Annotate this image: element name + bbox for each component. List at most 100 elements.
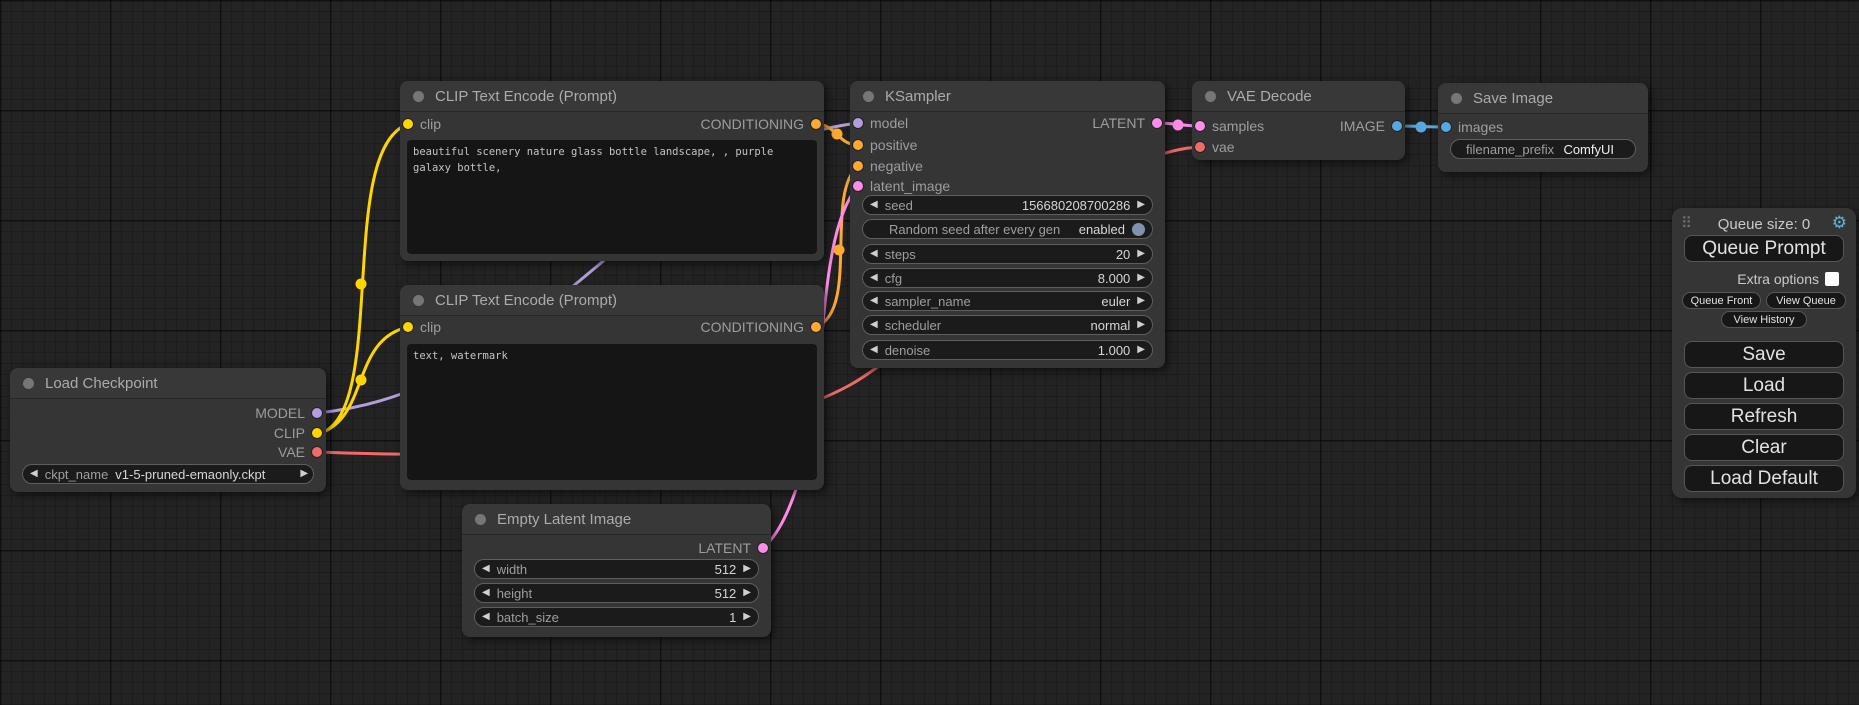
image-port-icon[interactable]	[1441, 122, 1451, 132]
increment-arrow-icon[interactable]: ▶	[1137, 273, 1145, 283]
random-seed-toggle-widget[interactable]: Random seed after every gen enabled	[862, 219, 1153, 239]
decrement-arrow-icon[interactable]: ◀	[870, 249, 878, 259]
conditioning-port-icon[interactable]	[853, 161, 863, 171]
latent-port-icon[interactable]	[1195, 121, 1205, 131]
clip-input-slot[interactable]: clip	[403, 317, 441, 337]
view-queue-button[interactable]: View Queue	[1766, 292, 1846, 309]
latent-port-icon[interactable]	[758, 543, 768, 553]
increment-arrow-icon[interactable]: ▶	[1137, 200, 1145, 210]
negative-input-slot[interactable]: negative	[853, 156, 923, 176]
image-port-icon[interactable]	[1392, 121, 1402, 131]
steps-widget[interactable]: ◀ steps 20 ▶	[862, 244, 1153, 264]
latent-image-input-slot[interactable]: latent_image	[853, 176, 950, 196]
positive-prompt-textarea[interactable]: beautiful scenery nature glass bottle la…	[407, 140, 817, 254]
vae-output-slot[interactable]: VAE	[278, 442, 322, 462]
toggle-dot-icon[interactable]	[1132, 223, 1145, 236]
conditioning-port-icon[interactable]	[853, 140, 863, 150]
increment-arrow-icon[interactable]: ▶	[743, 612, 751, 622]
vae-input-slot[interactable]: vae	[1195, 137, 1235, 157]
decrement-arrow-icon[interactable]: ◀	[870, 273, 878, 283]
node-vae-decode[interactable]: VAE Decode samples vae IMAGE	[1192, 81, 1405, 160]
scheduler-widget[interactable]: ◀ scheduler normal ▶	[862, 315, 1153, 335]
collapse-dot-icon[interactable]	[413, 295, 424, 306]
node-load-checkpoint[interactable]: Load Checkpoint MODEL CLIP VAE ◀ ckpt_na…	[10, 368, 326, 492]
latent-output-slot[interactable]: LATENT	[698, 538, 768, 558]
conditioning-port-icon[interactable]	[811, 322, 821, 332]
latent-port-icon[interactable]	[1152, 118, 1162, 128]
decrement-arrow-icon[interactable]: ◀	[482, 612, 490, 622]
model-port-icon[interactable]	[312, 408, 322, 418]
node-empty-latent-image[interactable]: Empty Latent Image LATENT ◀ width 512 ▶ …	[462, 504, 771, 637]
view-history-button[interactable]: View History	[1721, 311, 1807, 328]
clear-button[interactable]: Clear	[1684, 434, 1844, 461]
node-title-bar[interactable]: VAE Decode	[1192, 81, 1405, 112]
image-output-slot[interactable]: IMAGE	[1340, 116, 1402, 136]
link-midpoint-dot[interactable]	[356, 279, 367, 290]
decrement-arrow-icon[interactable]: ◀	[482, 588, 490, 598]
node-title-bar[interactable]: Empty Latent Image	[462, 504, 771, 535]
filename-prefix-widget[interactable]: filename_prefix ComfyUI	[1450, 139, 1636, 159]
vae-port-icon[interactable]	[312, 447, 322, 457]
link-midpoint-dot[interactable]	[356, 375, 367, 386]
positive-input-slot[interactable]: positive	[853, 135, 917, 155]
clip-port-icon[interactable]	[312, 428, 322, 438]
decrement-arrow-icon[interactable]: ◀	[870, 320, 878, 330]
link-midpoint-dot[interactable]	[1173, 120, 1184, 131]
increment-arrow-icon[interactable]: ▶	[1137, 249, 1145, 259]
queue-prompt-button[interactable]: Queue Prompt	[1684, 235, 1844, 262]
increment-arrow-icon[interactable]: ▶	[743, 588, 751, 598]
link-midpoint-dot[interactable]	[834, 245, 845, 256]
increment-arrow-icon[interactable]: ▶	[300, 469, 308, 479]
clip-output-slot[interactable]: CLIP	[274, 423, 322, 443]
increment-arrow-icon[interactable]: ▶	[1137, 320, 1145, 330]
latent-port-icon[interactable]	[853, 181, 863, 191]
decrement-arrow-icon[interactable]: ◀	[870, 200, 878, 210]
decrement-arrow-icon[interactable]: ◀	[30, 469, 38, 479]
clip-input-slot[interactable]: clip	[403, 114, 441, 134]
collapse-dot-icon[interactable]	[863, 91, 874, 102]
height-widget[interactable]: ◀ height 512 ▶	[474, 583, 759, 603]
node-save-image[interactable]: Save Image images filename_prefix ComfyU…	[1438, 83, 1648, 172]
model-output-slot[interactable]: MODEL	[255, 403, 322, 423]
increment-arrow-icon[interactable]: ▶	[1137, 345, 1145, 355]
images-input-slot[interactable]: images	[1441, 117, 1503, 137]
collapse-dot-icon[interactable]	[23, 378, 34, 389]
clip-port-icon[interactable]	[403, 322, 413, 332]
cfg-widget[interactable]: ◀ cfg 8.000 ▶	[862, 268, 1153, 288]
vae-port-icon[interactable]	[1195, 142, 1205, 152]
node-title-bar[interactable]: Save Image	[1438, 83, 1648, 114]
link-midpoint-dot[interactable]	[832, 129, 843, 140]
load-default-button[interactable]: Load Default	[1684, 465, 1844, 492]
conditioning-output-slot[interactable]: CONDITIONING	[701, 317, 821, 337]
node-title-bar[interactable]: KSampler	[850, 81, 1165, 112]
gear-icon[interactable]: ⚙	[1832, 213, 1847, 233]
ckpt-name-widget[interactable]: ◀ ckpt_name v1-5-pruned-emaonly.ckpt ▶	[22, 464, 314, 484]
link-midpoint-dot[interactable]	[1416, 122, 1427, 133]
collapse-dot-icon[interactable]	[1451, 93, 1462, 104]
collapse-dot-icon[interactable]	[413, 91, 424, 102]
clip-port-icon[interactable]	[403, 119, 413, 129]
node-title-bar[interactable]: CLIP Text Encode (Prompt)	[400, 285, 824, 316]
latent-output-slot[interactable]: LATENT	[1092, 113, 1162, 133]
conditioning-port-icon[interactable]	[811, 119, 821, 129]
samples-input-slot[interactable]: samples	[1195, 116, 1264, 136]
load-button[interactable]: Load	[1684, 372, 1844, 399]
negative-prompt-textarea[interactable]: text, watermark	[407, 344, 817, 480]
sampler-name-widget[interactable]: ◀ sampler_name euler ▶	[862, 291, 1153, 311]
collapse-dot-icon[interactable]	[1205, 91, 1216, 102]
refresh-button[interactable]: Refresh	[1684, 403, 1844, 430]
increment-arrow-icon[interactable]: ▶	[743, 564, 751, 574]
model-port-icon[interactable]	[853, 118, 863, 128]
node-title-bar[interactable]: Load Checkpoint	[10, 368, 326, 399]
model-input-slot[interactable]: model	[853, 113, 908, 133]
increment-arrow-icon[interactable]: ▶	[1137, 296, 1145, 306]
decrement-arrow-icon[interactable]: ◀	[870, 345, 878, 355]
node-graph-canvas[interactable]: Load Checkpoint MODEL CLIP VAE ◀ ckpt_na…	[0, 0, 1859, 705]
decrement-arrow-icon[interactable]: ◀	[482, 564, 490, 574]
queue-front-button[interactable]: Queue Front	[1682, 292, 1761, 309]
node-title-bar[interactable]: CLIP Text Encode (Prompt)	[400, 81, 824, 112]
batch-size-widget[interactable]: ◀ batch_size 1 ▶	[474, 607, 759, 627]
save-button[interactable]: Save	[1684, 341, 1844, 368]
extra-options-checkbox[interactable]	[1825, 272, 1839, 286]
node-clip-text-encode-negative[interactable]: CLIP Text Encode (Prompt) clip CONDITION…	[400, 285, 824, 490]
